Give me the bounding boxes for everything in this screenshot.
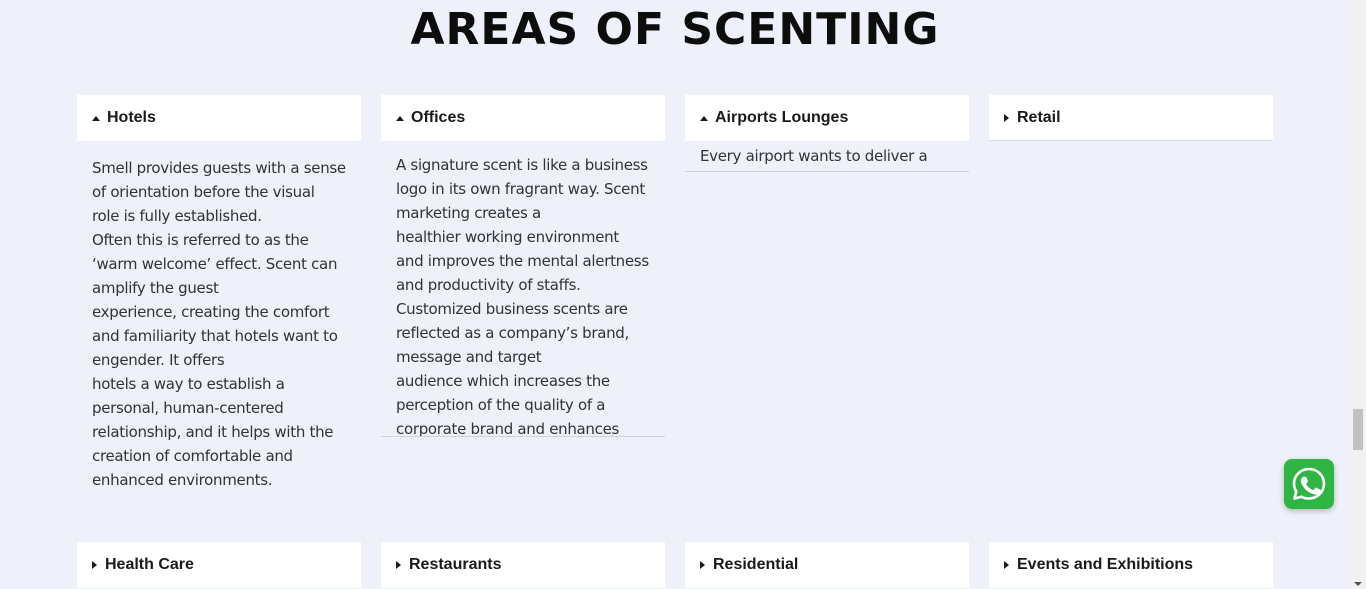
accordion-header-airports-lounges[interactable]: Airports Lounges <box>685 95 969 141</box>
accordion-airports-lounges: Airports Lounges Every airport wants to … <box>685 95 969 172</box>
paragraph: hotels a way to establish a personal, hu… <box>92 375 334 441</box>
accordion-header-events-exhibitions[interactable]: Events and Exhibitions <box>989 542 1273 588</box>
paragraph: Customized business scents are reflected… <box>396 300 629 366</box>
accordion-retail: Retail <box>989 95 1273 141</box>
accordion-header-retail[interactable]: Retail <box>989 95 1273 141</box>
whatsapp-chat-button[interactable] <box>1284 459 1334 509</box>
accordion-offices: Offices A signature scent is like a busi… <box>381 95 665 437</box>
scroll-down-arrow-icon[interactable] <box>1354 582 1362 586</box>
accordion-title: Health Care <box>105 556 194 573</box>
paragraph: Often this is referred to as the ‘warm w… <box>92 231 338 297</box>
accordion-title: Restaurants <box>409 556 502 573</box>
accordion-residential: Residential <box>685 542 969 588</box>
accordion-title: Retail <box>1017 108 1061 126</box>
paragraph: audience which increases the perception … <box>396 372 620 437</box>
triangle-right-icon <box>700 561 705 569</box>
accordion-header-health-care[interactable]: Health Care <box>77 542 361 588</box>
accordion-title: Residential <box>713 556 799 573</box>
paragraph: healthier working environment and improv… <box>396 228 649 294</box>
triangle-right-icon <box>92 561 97 569</box>
page-scrollbar[interactable] <box>1350 0 1366 589</box>
paragraph: Smell provides guests with a sense of or… <box>92 159 346 225</box>
accordion-events-exhibitions: Events and Exhibitions <box>989 542 1273 588</box>
accordion-content-airports-lounges: Every airport wants to deliver a <box>685 141 969 172</box>
accordion-header-hotels[interactable]: Hotels <box>77 95 361 141</box>
whatsapp-icon <box>1292 467 1326 500</box>
paragraph: experience, creating the comfort and fam… <box>92 303 338 369</box>
triangle-up-icon <box>92 115 100 121</box>
triangle-right-icon <box>1004 113 1009 122</box>
accordion-content-offices: A signature scent is like a business log… <box>381 141 665 437</box>
triangle-right-icon <box>396 561 401 569</box>
triangle-up-icon <box>700 115 708 121</box>
accordion-header-restaurants[interactable]: Restaurants <box>381 542 665 588</box>
accordion-header-residential[interactable]: Residential <box>685 542 969 588</box>
accordion-title: Events and Exhibitions <box>1017 556 1194 573</box>
accordion-restaurants: Restaurants <box>381 542 665 588</box>
triangle-up-icon <box>396 115 404 121</box>
triangle-right-icon <box>1004 561 1009 569</box>
accordion-title: Hotels <box>107 109 156 126</box>
paragraph: Every airport wants to deliver a <box>700 147 928 165</box>
paragraph: A signature scent is like a business log… <box>396 156 648 222</box>
section-title: AREAS OF SCENTING <box>410 4 940 55</box>
paragraph: creation of comfortable and enhanced env… <box>92 447 293 489</box>
accordion-hotels: Hotels Smell provides guests with a sens… <box>77 95 361 567</box>
accordion-title: Airports Lounges <box>715 109 849 126</box>
accordion-content-hotels: Smell provides guests with a sense of or… <box>77 141 361 567</box>
accordion-health-care: Health Care <box>77 542 361 588</box>
accordion-title: Offices <box>411 109 466 126</box>
accordion-header-offices[interactable]: Offices <box>381 95 665 141</box>
scrollbar-thumb[interactable] <box>1353 409 1363 450</box>
